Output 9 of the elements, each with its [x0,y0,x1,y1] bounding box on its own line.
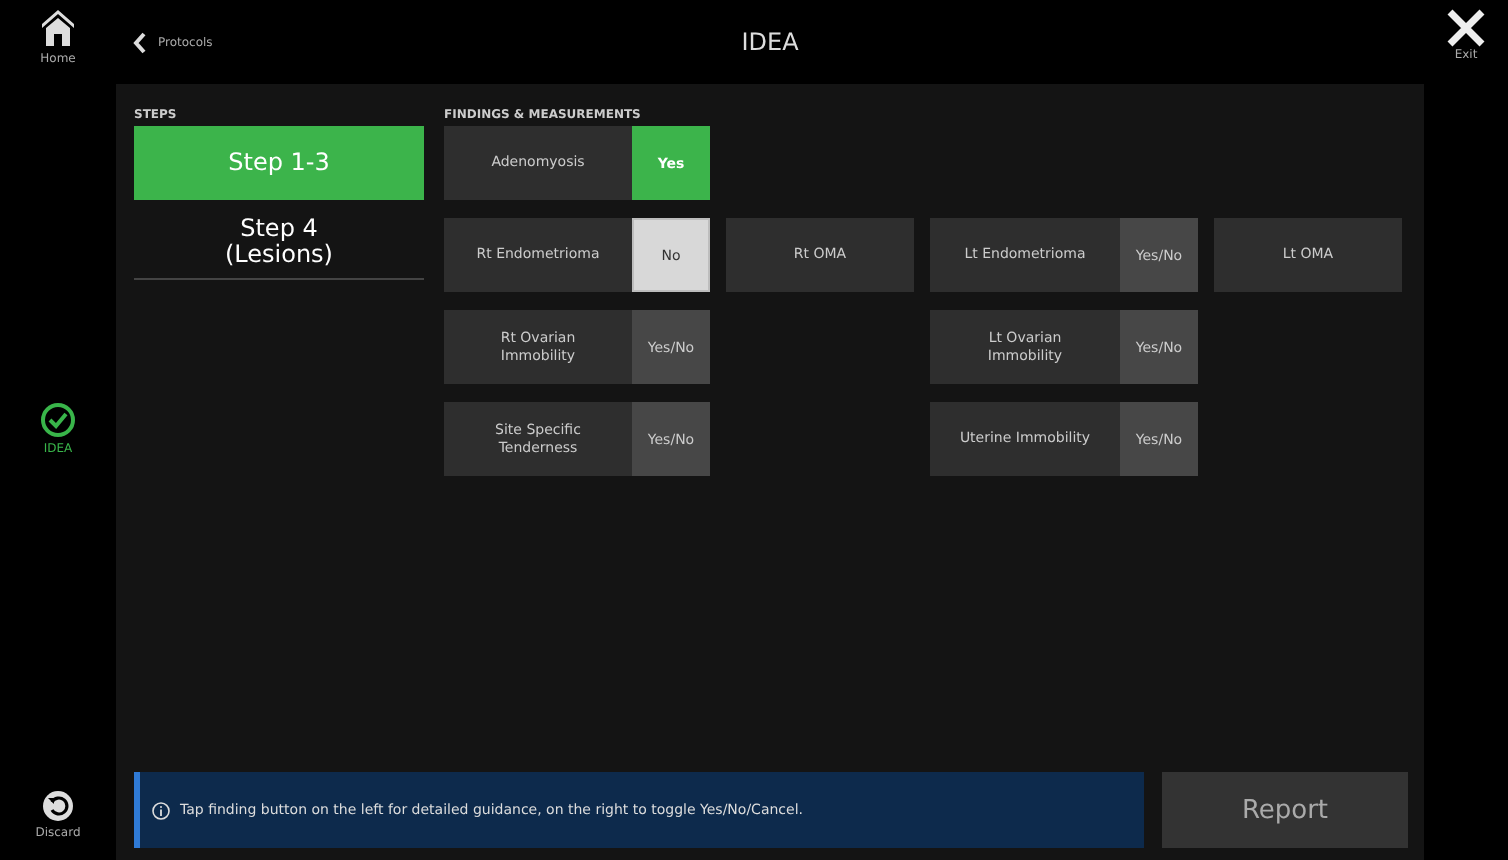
undo-circle-icon [42,790,74,822]
screen-title: IDEA [741,28,799,56]
home-icon [40,8,76,48]
chevron-left-icon [132,31,146,53]
report-button[interactable]: Report [1162,772,1408,848]
check-circle-icon [40,401,76,437]
close-icon [1446,8,1486,48]
info-icon [152,801,170,819]
step-tab[interactable]: Step 4 (Lesions) [134,206,424,280]
